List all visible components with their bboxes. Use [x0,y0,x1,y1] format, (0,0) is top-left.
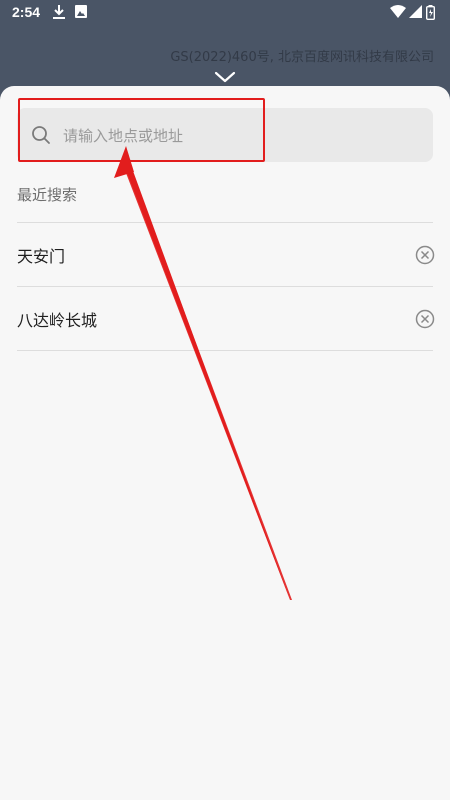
map-area[interactable]: GS(2022)460号, 北京百度网讯科技有限公司 [0,26,450,86]
close-icon[interactable] [414,244,436,266]
list-item[interactable]: 天安门 [0,223,450,287]
signal-icon [409,5,422,22]
recent-searches-title: 最近搜索 [17,186,78,204]
history-item-label: 天安门 [17,247,66,266]
divider [17,350,433,351]
search-icon [31,125,51,149]
close-icon[interactable] [414,308,436,330]
photo-icon [75,5,87,22]
search-box[interactable] [17,108,433,162]
status-time: 2:54 [12,4,41,20]
search-sheet: 最近搜索 天安门 八达岭长城 [0,86,450,800]
list-item[interactable]: 八达岭长城 [0,287,450,351]
history-item-label: 八达岭长城 [17,311,98,330]
battery-icon [425,5,435,24]
download-icon [53,5,65,23]
chevron-down-icon[interactable] [214,68,236,87]
status-bar: 2:54 [0,0,450,26]
search-input[interactable] [61,116,425,156]
map-copyright: GS(2022)460号, 北京百度网讯科技有限公司 [170,50,434,65]
wifi-icon [390,5,406,22]
